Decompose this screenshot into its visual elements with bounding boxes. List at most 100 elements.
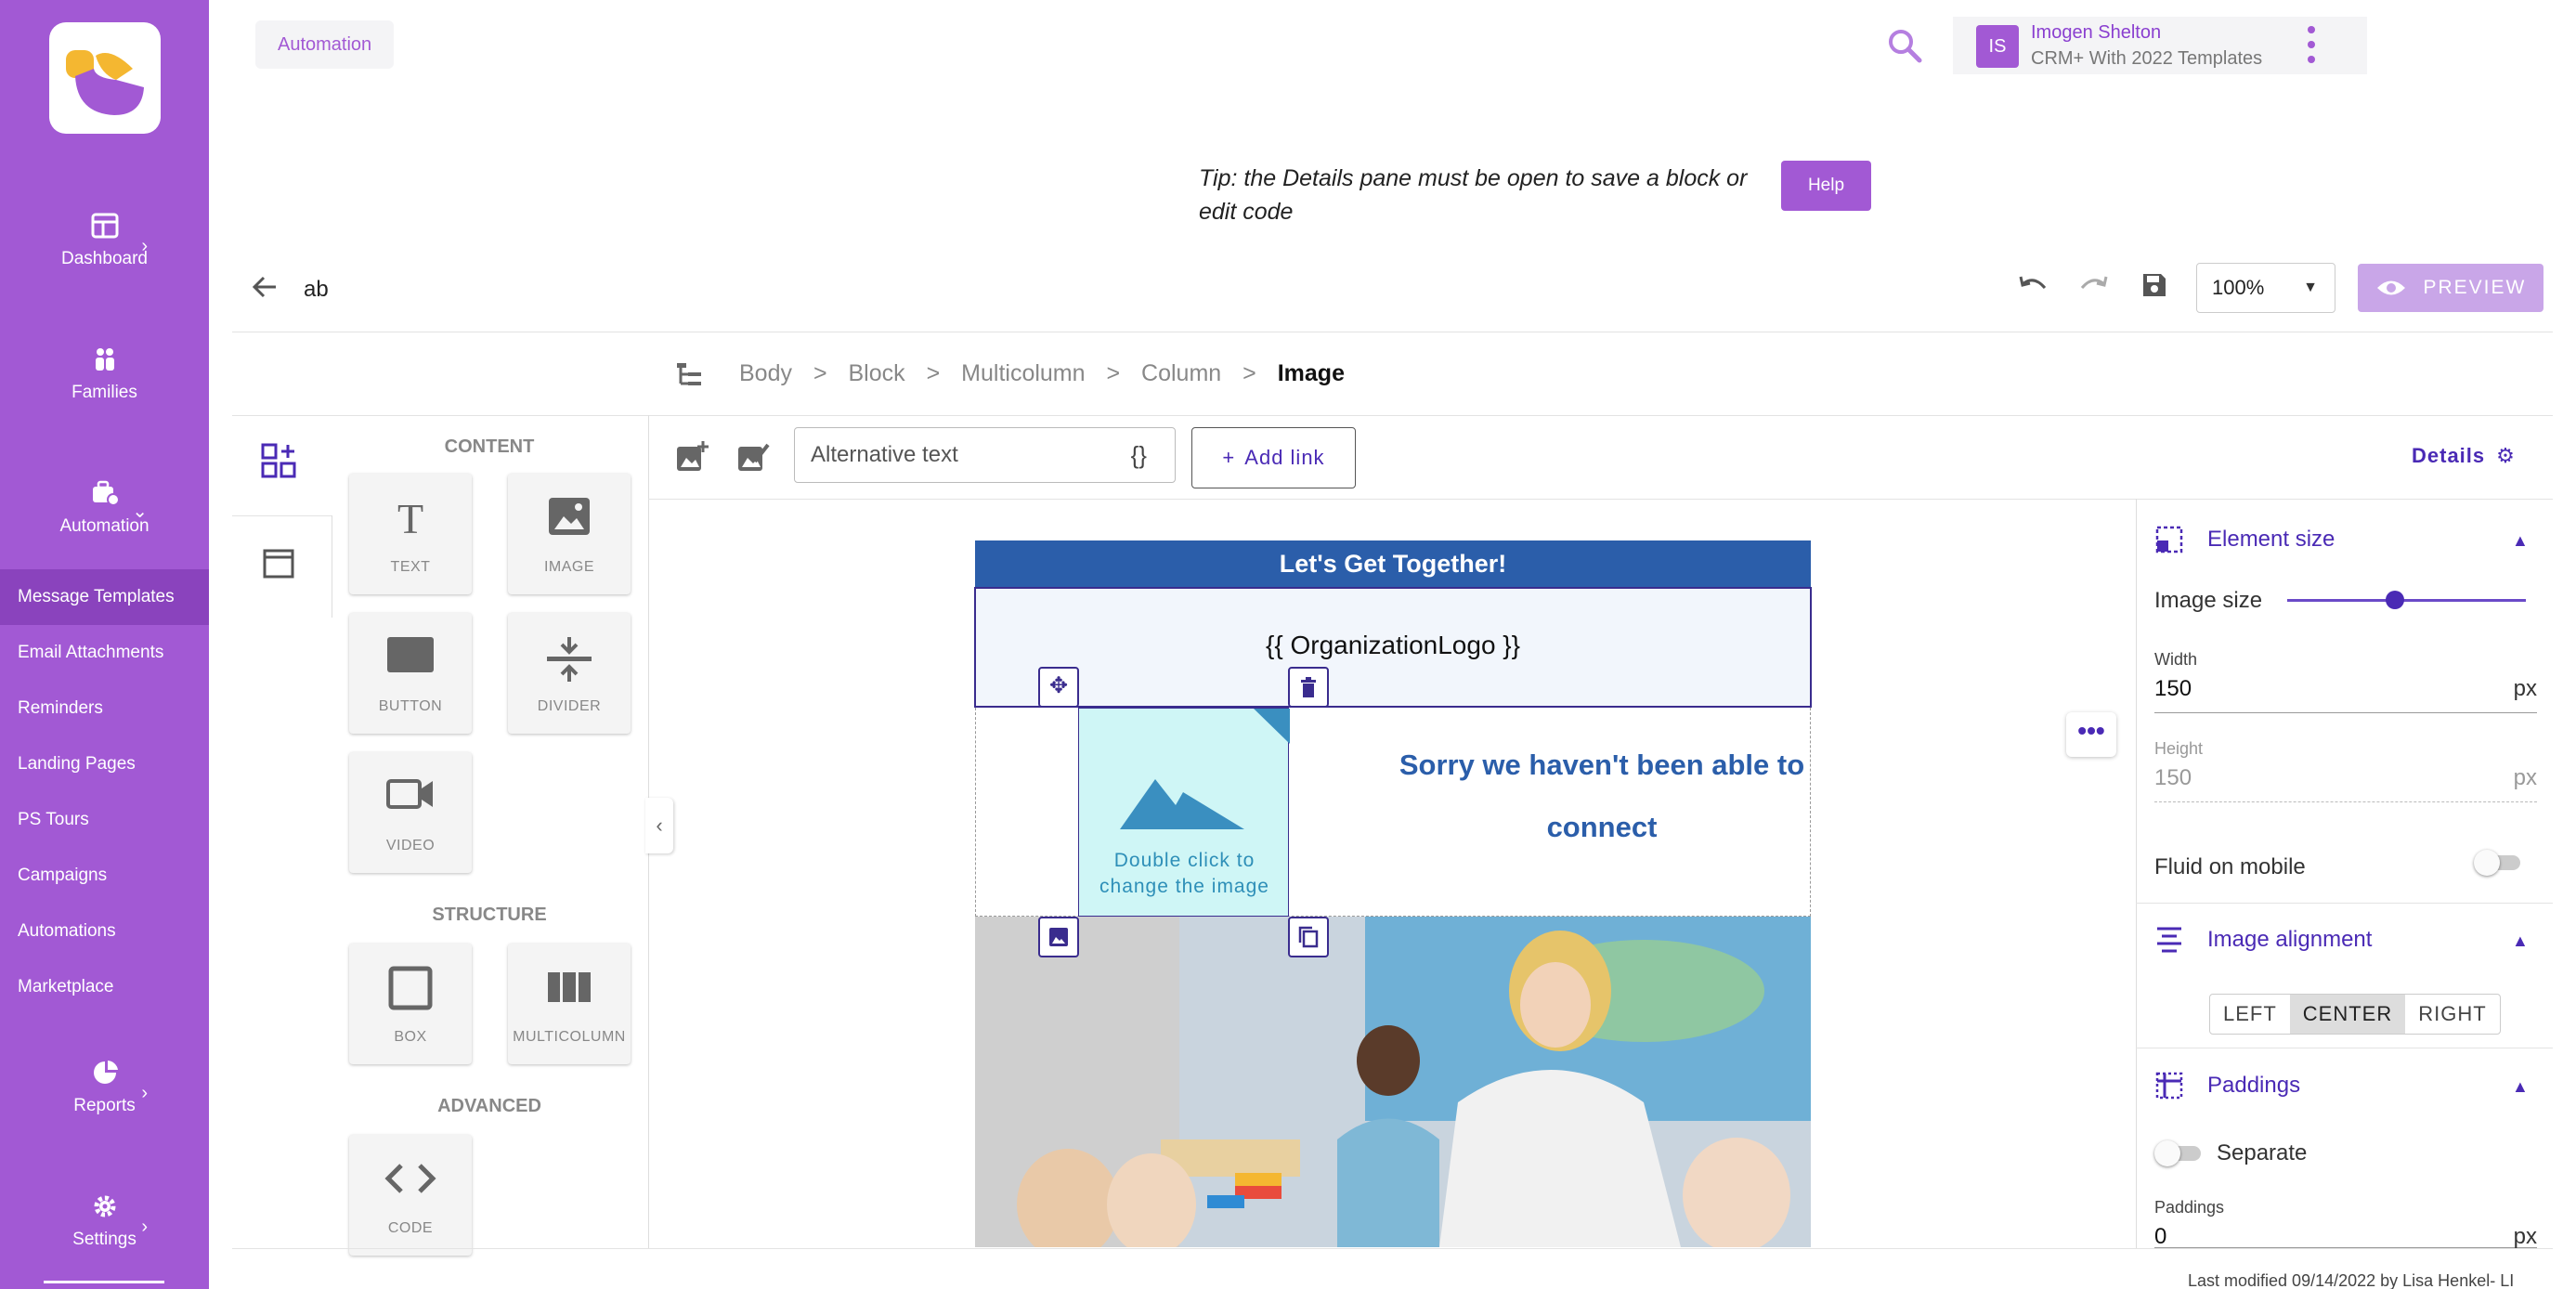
element-size-icon xyxy=(2155,526,2183,553)
move-handle-icon[interactable]: ✥ xyxy=(1038,667,1079,708)
details-toggle[interactable]: Details ⚙ xyxy=(2412,444,2516,468)
block-text[interactable]: T TEXT xyxy=(349,474,472,594)
nav-settings[interactable]: Settings › xyxy=(0,1192,209,1250)
caret-up-icon[interactable]: ▲ xyxy=(2512,531,2529,551)
block-multicolumn[interactable]: MULTICOLUMN xyxy=(508,944,631,1064)
nav-families[interactable]: Families xyxy=(0,345,209,403)
nav-automation[interactable]: Automation ⌄ xyxy=(0,479,209,537)
height-label: Height xyxy=(2154,739,2204,758)
caret-down-icon: ▼ xyxy=(2303,280,2318,295)
undo-icon[interactable] xyxy=(2017,271,2049,306)
sidebar-item-ps-tours[interactable]: PS Tours xyxy=(0,792,209,848)
align-center-button[interactable]: CENTER xyxy=(2289,995,2406,1034)
fluid-on-mobile-toggle[interactable] xyxy=(2474,850,2526,876)
breadcrumb-automation[interactable]: Automation xyxy=(255,20,395,69)
block-code[interactable]: CODE xyxy=(349,1135,472,1256)
align-center-icon xyxy=(2157,927,2181,953)
caret-up-icon[interactable]: ▲ xyxy=(2512,1077,2529,1097)
breadcrumb-multicolumn[interactable]: Multicolumn xyxy=(961,360,1085,386)
document-name[interactable]: ab xyxy=(304,277,329,303)
breadcrumb-column[interactable]: Column xyxy=(1141,360,1221,386)
separate-label: Separate xyxy=(2217,1140,2308,1165)
classroom-photo[interactable] xyxy=(975,917,1811,1247)
save-icon[interactable] xyxy=(2140,271,2168,306)
layout-tab-icon[interactable] xyxy=(262,548,295,584)
advanced-section-title: ADVANCED xyxy=(437,1096,541,1116)
blocks-tab-icon[interactable] xyxy=(260,442,297,484)
logo-row[interactable]: {{ OrganizationLogo }} xyxy=(974,587,1812,708)
message-text[interactable]: Sorry we haven't been able to connect xyxy=(1374,734,1829,858)
more-horiz-icon[interactable]: ••• xyxy=(2066,712,2116,757)
gear-icon xyxy=(94,1195,115,1217)
fluid-on-mobile-label: Fluid on mobile xyxy=(2154,854,2306,879)
block-video[interactable]: VIDEO xyxy=(349,752,472,873)
zoom-select[interactable]: 100% ▼ xyxy=(2196,263,2335,313)
breadcrumb-separator: > xyxy=(1106,360,1121,386)
duplicate-icon[interactable] xyxy=(1288,917,1329,957)
redo-icon[interactable] xyxy=(2078,271,2110,306)
divider xyxy=(2136,499,2137,1248)
caret-up-icon[interactable]: ▲ xyxy=(2512,931,2529,951)
block-divider[interactable]: DIVIDER xyxy=(508,613,631,734)
block-image[interactable]: IMAGE xyxy=(508,474,631,594)
width-input[interactable]: 150 px xyxy=(2154,676,2537,713)
families-icon xyxy=(95,348,114,371)
active-indicator xyxy=(44,1281,164,1283)
image-size-slider[interactable] xyxy=(2287,599,2526,602)
save-block-icon[interactable] xyxy=(1038,917,1079,957)
more-vert-icon[interactable] xyxy=(2301,22,2322,67)
app-logo[interactable] xyxy=(49,22,161,134)
chevron-down-icon: ⌄ xyxy=(132,501,148,522)
button-icon xyxy=(349,635,472,682)
layers-tree-icon[interactable] xyxy=(675,359,705,389)
help-button[interactable]: Help xyxy=(1781,161,1871,211)
separate-paddings-toggle[interactable] xyxy=(2154,1140,2206,1166)
gear-icon: ⚙ xyxy=(2496,444,2516,467)
avatar[interactable]: IS xyxy=(1976,25,2019,68)
align-left-button[interactable]: LEFT xyxy=(2210,995,2290,1034)
delete-icon[interactable] xyxy=(1288,667,1329,708)
organization-logo-placeholder: {{ OrganizationLogo }} xyxy=(1265,631,1520,659)
video-icon xyxy=(349,775,472,821)
add-link-button[interactable]: + Add link xyxy=(1191,427,1356,488)
sidebar-item-automations[interactable]: Automations xyxy=(0,904,209,959)
divider xyxy=(232,1248,2553,1249)
sidebar-item-email-attachments[interactable]: Email Attachments xyxy=(0,625,209,681)
collapse-panel-icon[interactable]: ‹ xyxy=(645,798,673,853)
automation-icon xyxy=(92,480,120,506)
nav-dashboard[interactable]: Dashboard › xyxy=(0,212,209,269)
chevron-right-icon: › xyxy=(141,236,148,256)
sidebar-item-landing-pages[interactable]: Landing Pages xyxy=(0,736,209,792)
divider xyxy=(232,515,332,516)
sidebar-item-message-templates[interactable]: Message Templates xyxy=(0,569,209,625)
sidebar-item-campaigns[interactable]: Campaigns xyxy=(0,848,209,904)
block-box[interactable]: BOX xyxy=(349,944,472,1064)
breadcrumb-body[interactable]: Body xyxy=(739,360,792,386)
preview-button[interactable]: PREVIEW xyxy=(2358,264,2543,312)
merge-field-icon[interactable]: {} xyxy=(1131,428,1147,482)
user-subtitle: CRM+ With 2022 Templates xyxy=(2031,48,2263,69)
breadcrumb-separator: > xyxy=(1242,360,1256,386)
sidebar: Dashboard › Families Automation ⌄ Messag… xyxy=(0,0,209,1289)
breadcrumb-block[interactable]: Block xyxy=(849,360,905,386)
tip-text: Tip: the Details pane must be open to sa… xyxy=(1199,165,1748,225)
search-icon[interactable] xyxy=(1887,28,1922,63)
chevron-right-icon: › xyxy=(141,1083,148,1103)
add-image-icon[interactable] xyxy=(675,441,709,479)
edit-image-icon[interactable] xyxy=(736,441,770,479)
paddings-input[interactable]: 0 px xyxy=(2154,1224,2537,1249)
block-button[interactable]: BUTTON xyxy=(349,613,472,734)
image-icon xyxy=(508,496,631,542)
breadcrumb-separator: > xyxy=(926,360,941,386)
email-header[interactable]: Let's Get Together! xyxy=(975,540,1811,587)
sidebar-item-reminders[interactable]: Reminders xyxy=(0,681,209,736)
box-icon xyxy=(349,966,472,1012)
sidebar-item-marketplace[interactable]: Marketplace xyxy=(0,959,209,1015)
nav-reports[interactable]: Reports › xyxy=(0,1059,209,1116)
back-arrow-icon[interactable] xyxy=(251,273,279,308)
alt-text-input[interactable]: Alternative text {} xyxy=(794,427,1176,483)
structure-section-title: STRUCTURE xyxy=(432,905,547,925)
selected-image-placeholder[interactable]: Double click to change the image xyxy=(1078,708,1290,917)
align-right-button[interactable]: RIGHT xyxy=(2405,995,2499,1034)
image-size-slider-handle[interactable] xyxy=(2385,591,2404,609)
